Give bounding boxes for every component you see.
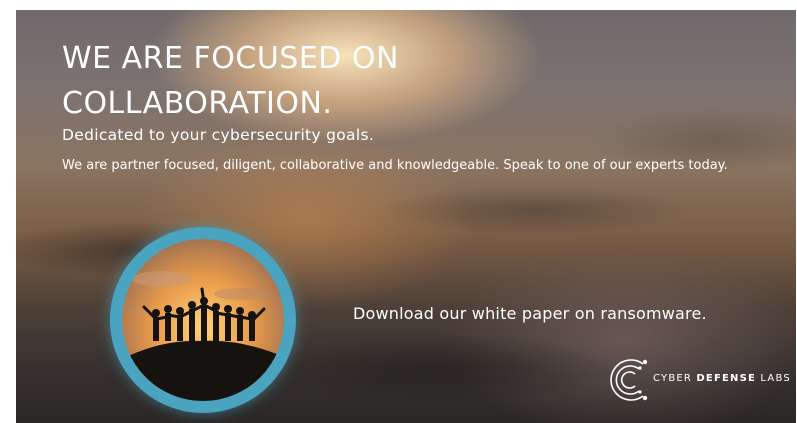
logo-word-defense: DEFENSE <box>696 373 757 384</box>
team-photo-circle <box>110 227 296 413</box>
cyber-defense-labs-logo: CYBER DEFENSE LABS <box>607 352 790 412</box>
logo-word-cyber: CYBER <box>653 373 697 384</box>
hero-banner: WE ARE FOCUSED ON COLLABORATION. Dedicat… <box>16 10 796 423</box>
body-text: We are partner focused, diligent, collab… <box>62 158 728 173</box>
download-whitepaper-link[interactable]: Download our white paper on ransomware. <box>353 304 707 323</box>
logo-word-labs: LABS <box>756 373 791 384</box>
cdl-c-circuit-logo-icon <box>610 359 648 401</box>
logo-wordmark: CYBER DEFENSE LABS <box>653 373 791 384</box>
team-silhouette-image <box>122 239 284 401</box>
subheadline: Dedicated to your cybersecurity goals. <box>62 126 375 144</box>
headline: WE ARE FOCUSED ON COLLABORATION. <box>62 41 399 121</box>
